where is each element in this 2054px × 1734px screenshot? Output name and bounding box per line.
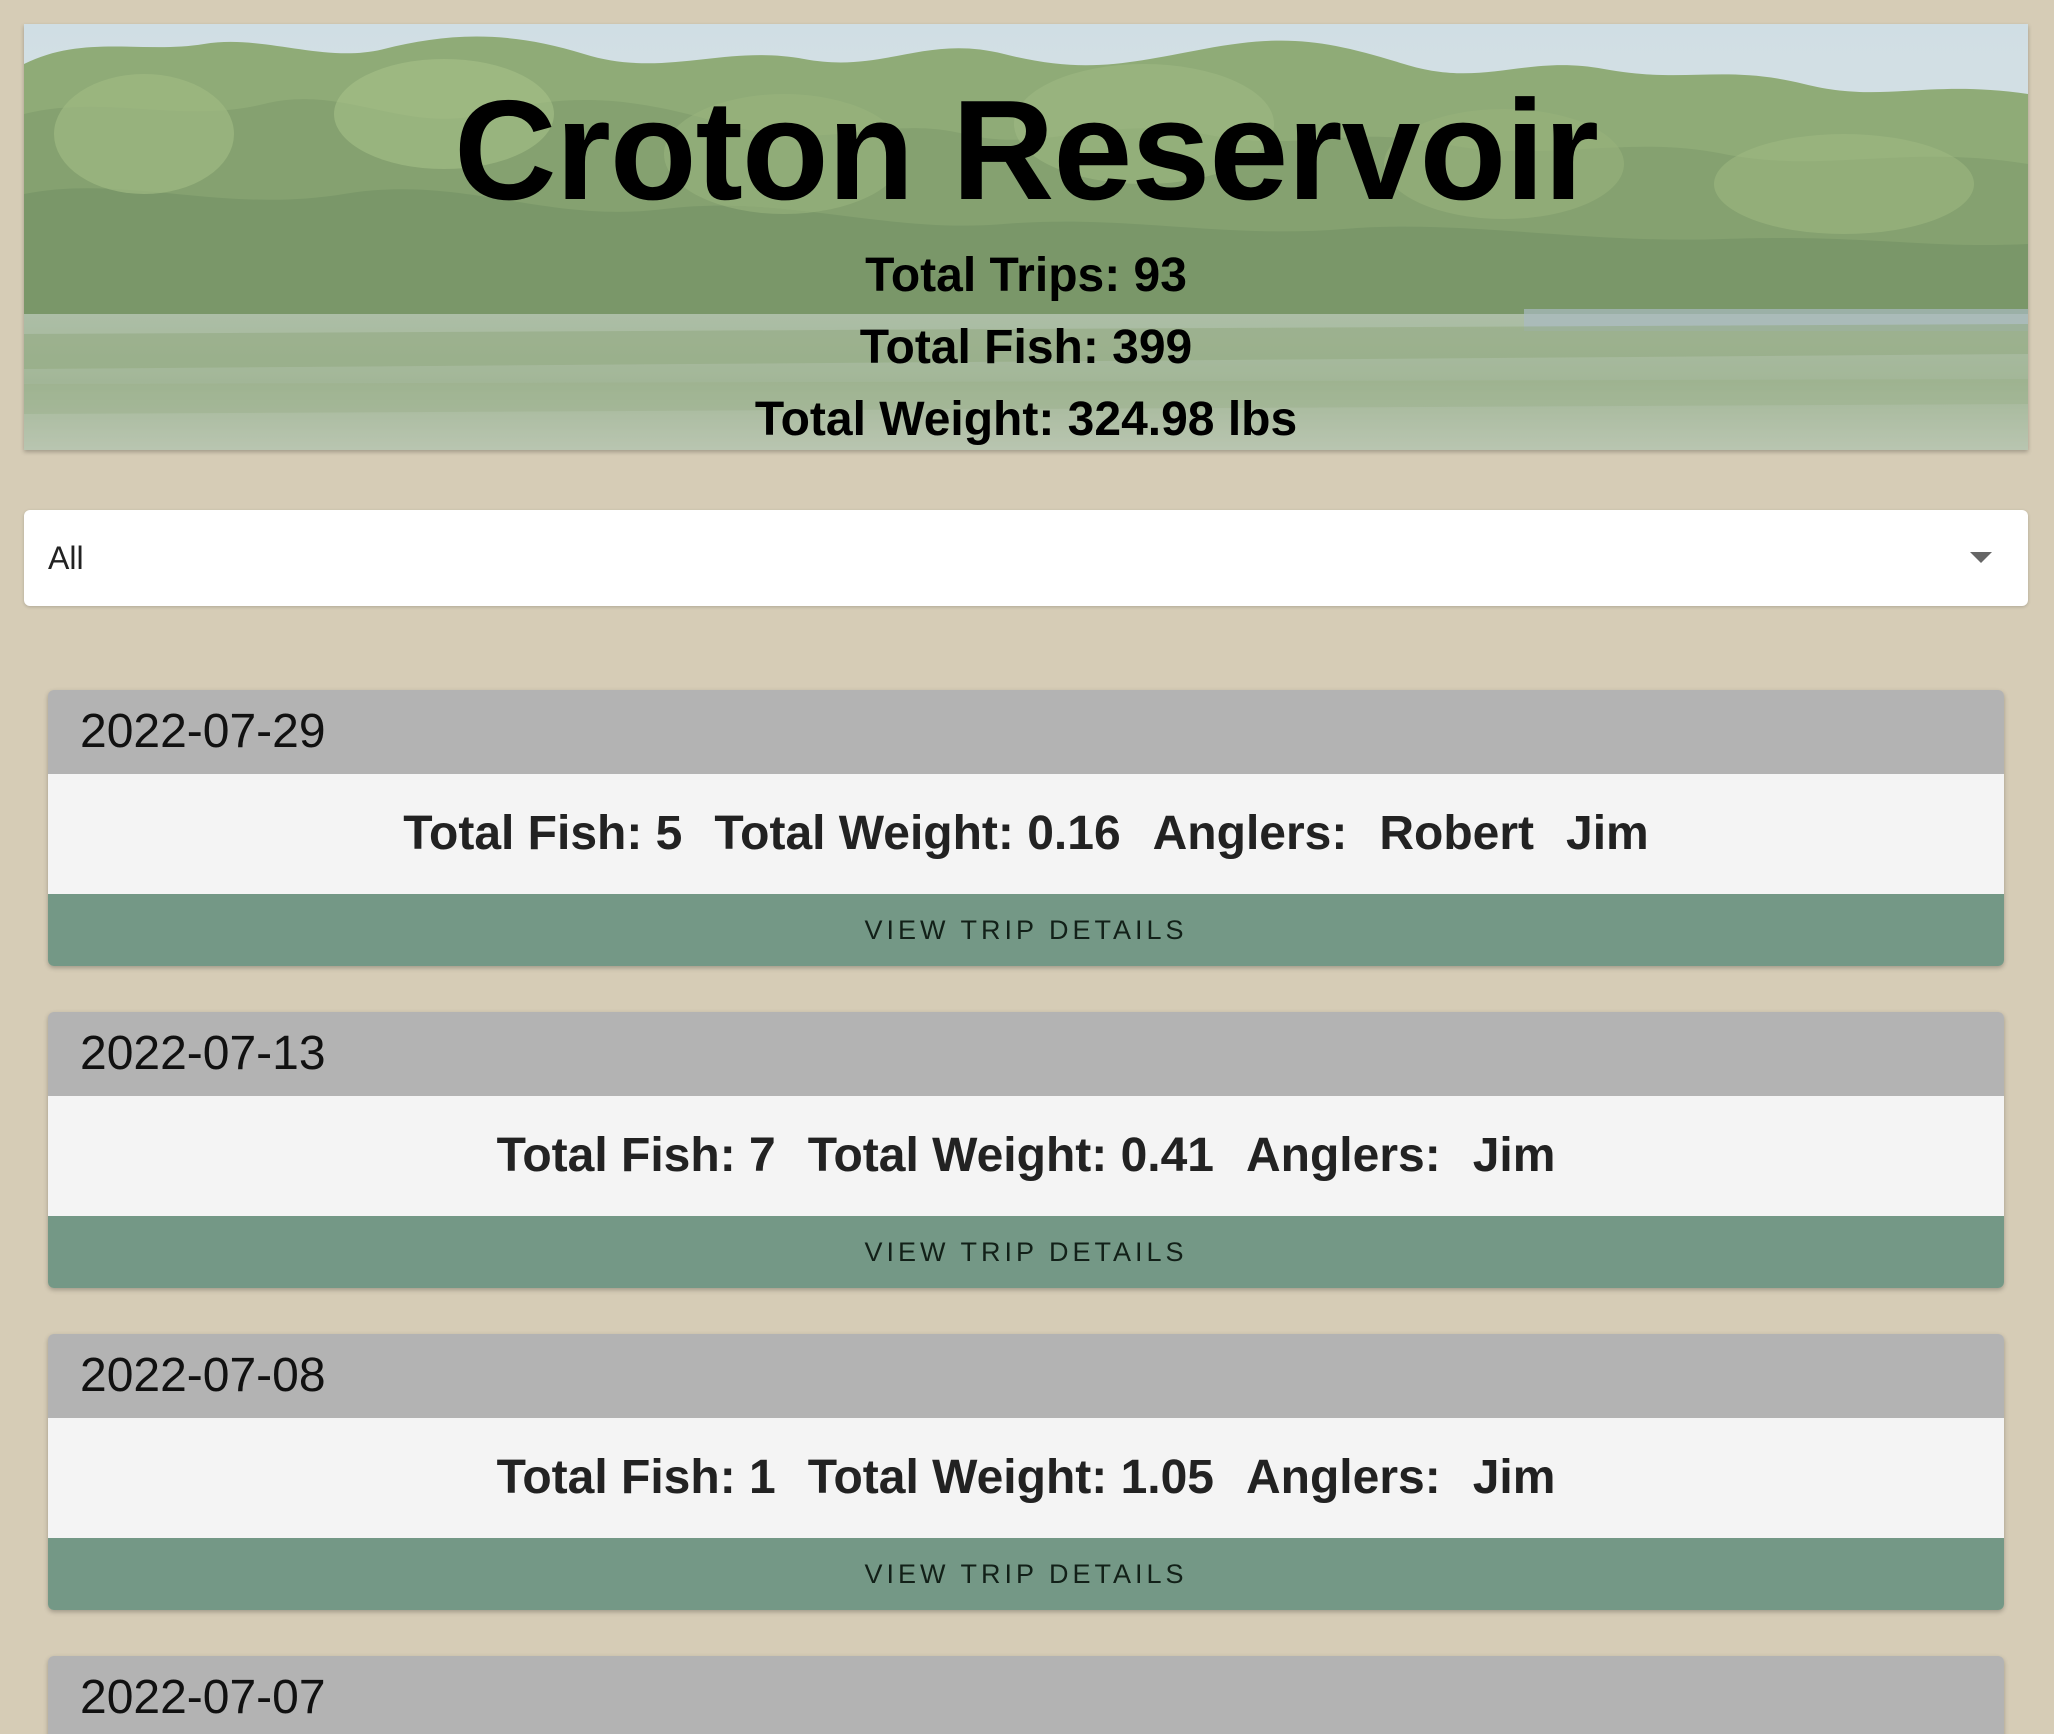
trip-card: 2022-07-08 Total Fish: 1 Total Weight: 1.… bbox=[48, 1334, 2004, 1610]
trip-card: 2022-07-13 Total Fish: 7 Total Weight: 0.… bbox=[48, 1012, 2004, 1288]
trip-date: 2022-07-07 bbox=[48, 1656, 2004, 1734]
trip-summary: Total Fish: 1 Total Weight: 1.05 Anglers: J… bbox=[48, 1418, 2004, 1538]
hero-content: Croton Reservoir Total Trips: 93 Total F… bbox=[24, 24, 2028, 450]
view-trip-details-button[interactable]: VIEW TRIP DETAILS bbox=[48, 894, 2004, 966]
trip-date: 2022-07-13 bbox=[48, 1012, 2004, 1096]
trip-summary: Total Fish: 5 Total Weight: 0.16 Anglers: R… bbox=[48, 774, 2004, 894]
trip-list: 2022-07-29 Total Fish: 5 Total Weight: 0.… bbox=[48, 690, 2004, 1734]
filter-selected-value: All bbox=[48, 540, 84, 576]
hero-stats: Total Trips: 93 Total Fish: 399 Total We… bbox=[24, 240, 2028, 450]
total-fish-stat: Total Fish: 399 bbox=[859, 321, 1193, 374]
trip-total-fish: Total Fish: 7 bbox=[496, 1129, 776, 1182]
trip-total-weight: Total Weight: 0.16 bbox=[714, 807, 1121, 860]
angler-filter-select[interactable]: All bbox=[24, 510, 2028, 606]
trip-summary: Total Fish: 7 Total Weight: 0.41 Anglers: J… bbox=[48, 1096, 2004, 1216]
trip-total-weight: Total Weight: 0.41 bbox=[807, 1129, 1214, 1182]
view-trip-details-button[interactable]: VIEW TRIP DETAILS bbox=[48, 1216, 2004, 1288]
trip-card: 2022-07-29 Total Fish: 5 Total Weight: 0.… bbox=[48, 690, 2004, 966]
trip-angler: Robert bbox=[1379, 807, 1535, 860]
trip-date: 2022-07-29 bbox=[48, 690, 2004, 774]
trip-anglers-label: Anglers: bbox=[1245, 1129, 1441, 1182]
trip-anglers-label: Anglers: bbox=[1152, 807, 1348, 860]
trip-angler: Jim bbox=[1472, 1129, 1556, 1182]
trip-anglers-label: Anglers: bbox=[1245, 1451, 1441, 1504]
total-trips-stat: Total Trips: 93 bbox=[865, 249, 1187, 302]
trip-angler: Jim bbox=[1566, 807, 1649, 860]
page: Croton Reservoir Total Trips: 93 Total F… bbox=[0, 0, 2054, 1734]
view-trip-details-button[interactable]: VIEW TRIP DETAILS bbox=[48, 1538, 2004, 1610]
page-title: Croton Reservoir bbox=[454, 71, 1599, 230]
trip-card: 2022-07-07 bbox=[48, 1656, 2004, 1734]
caret-down-icon bbox=[1970, 552, 1992, 563]
hero-banner: Croton Reservoir Total Trips: 93 Total F… bbox=[24, 24, 2028, 450]
trip-angler: Jim bbox=[1472, 1451, 1556, 1504]
trip-total-fish: Total Fish: 5 bbox=[403, 807, 683, 860]
total-weight-stat: Total Weight: 324.98 lbs bbox=[754, 393, 1298, 446]
trip-date: 2022-07-08 bbox=[48, 1334, 2004, 1418]
trip-total-weight: Total Weight: 1.05 bbox=[807, 1451, 1214, 1504]
trip-total-fish: Total Fish: 1 bbox=[496, 1451, 776, 1504]
